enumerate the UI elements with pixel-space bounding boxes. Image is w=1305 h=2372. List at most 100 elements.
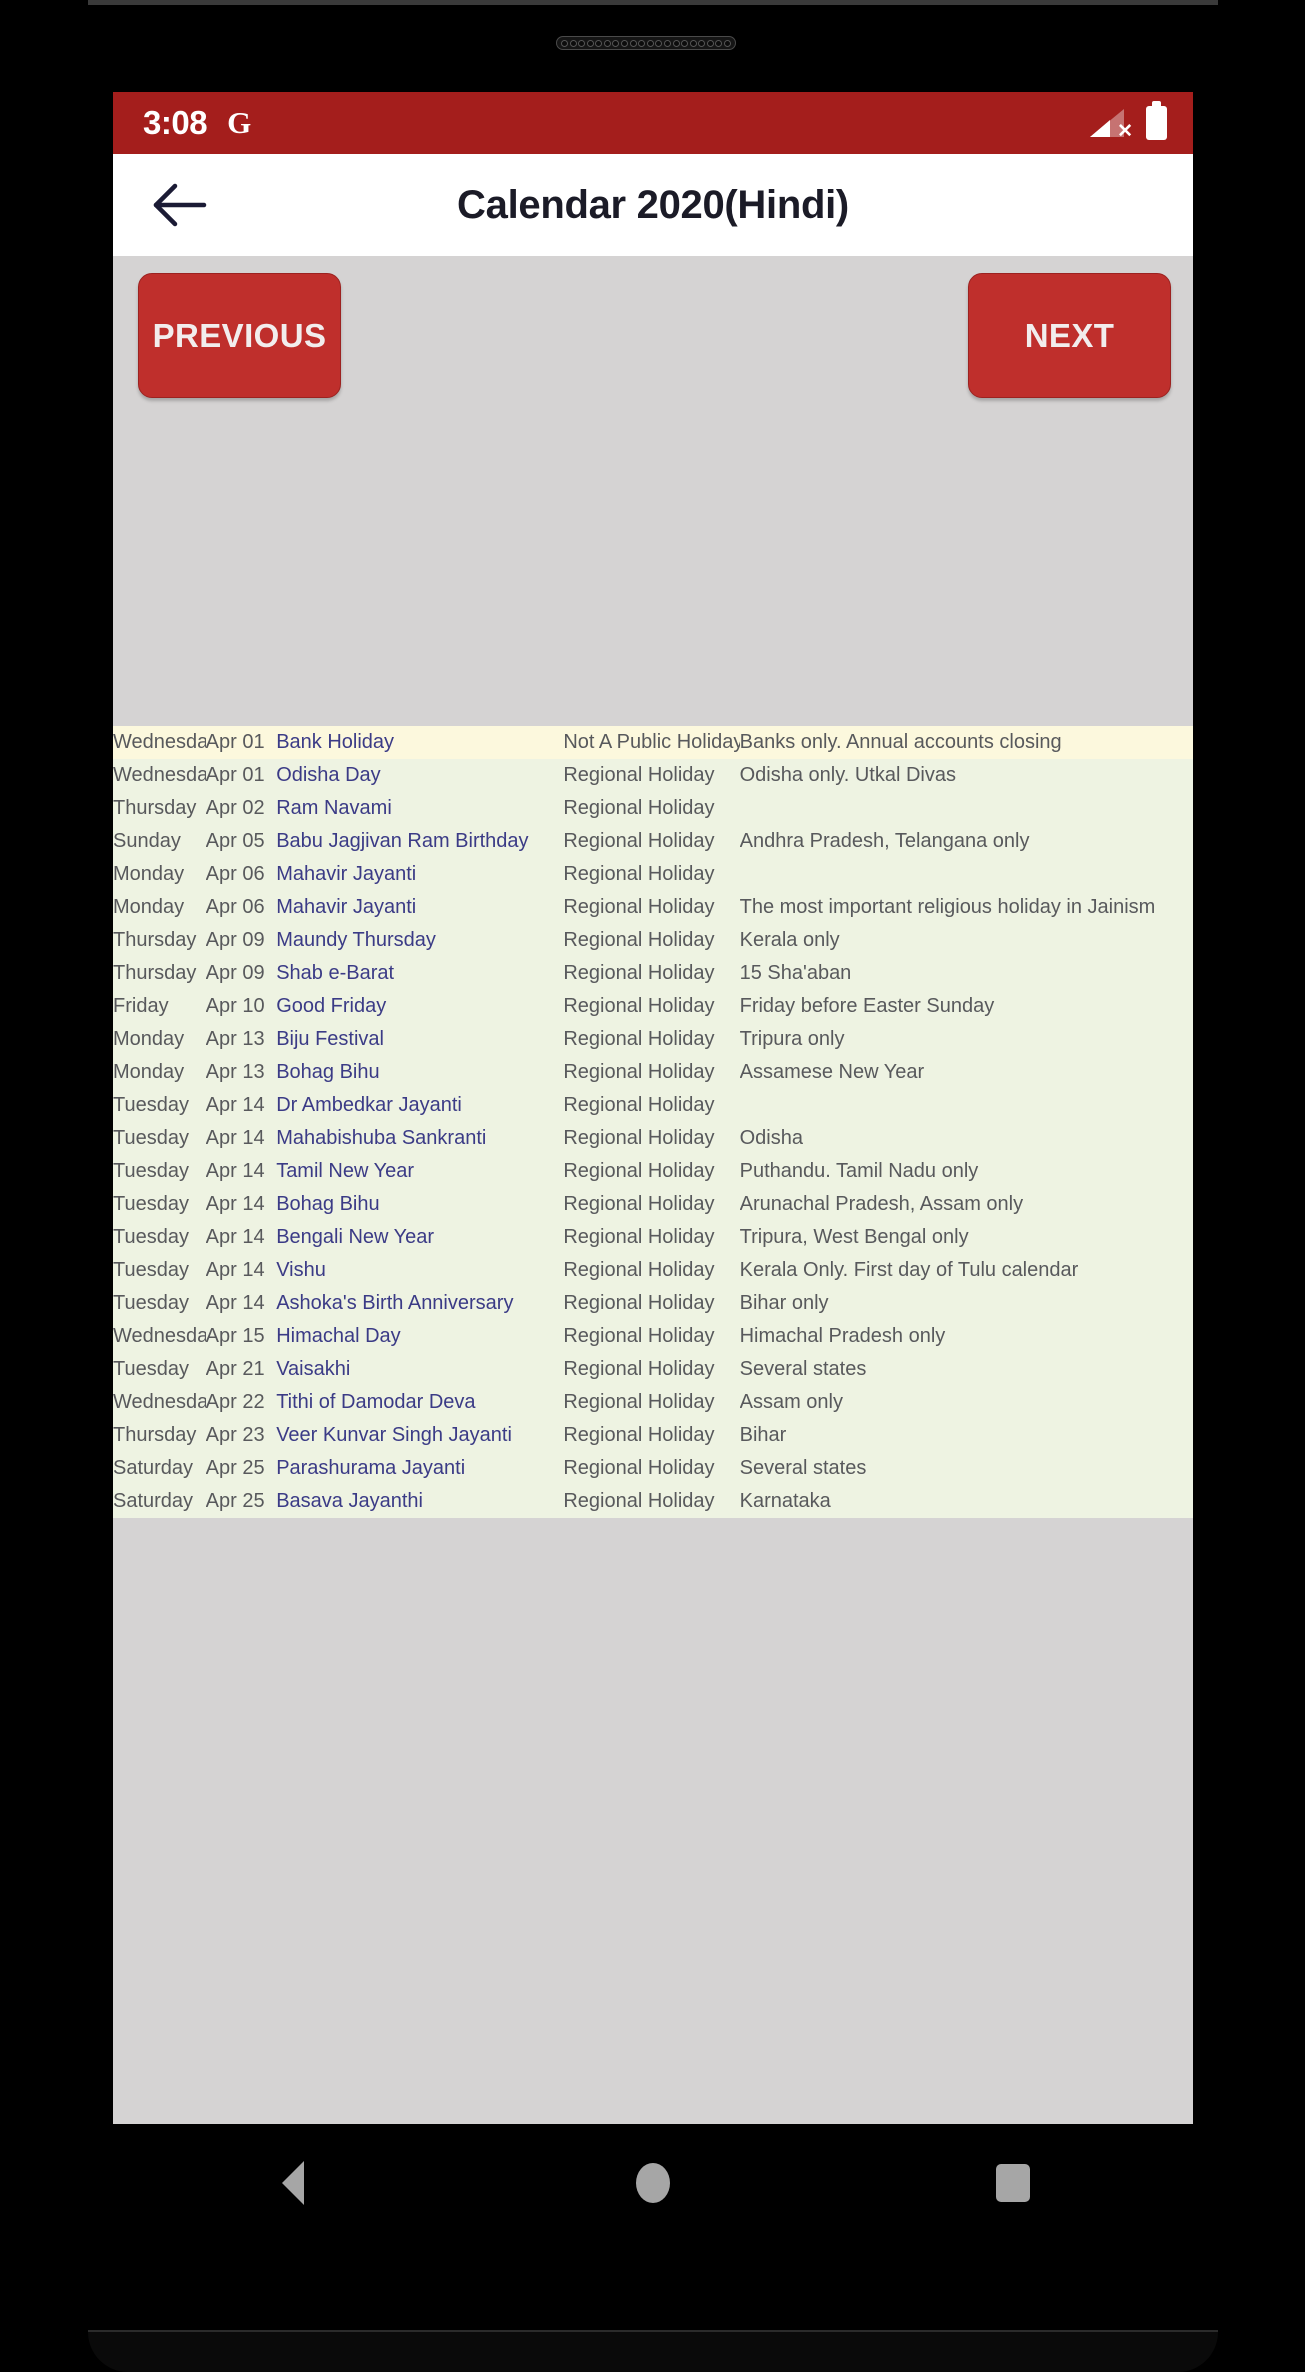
nav-home-icon[interactable] [583,2124,723,2242]
holiday-name-link[interactable]: Mahavir Jayanti [276,896,416,918]
holiday-name[interactable]: Biju Festival [276,1023,564,1056]
table-row[interactable]: Thursday Apr 09 Shab e-Barat Regional Holid… [113,957,1193,990]
holiday-weekday: Monday [113,1056,206,1089]
holiday-name[interactable]: Odisha Day [276,759,564,792]
holiday-name-link[interactable]: Maundy Thursday [276,929,436,951]
holiday-type: Regional Holiday [563,1155,740,1188]
previous-button[interactable]: PREVIOUS [138,273,341,398]
holiday-name[interactable]: Bohag Bihu [276,1056,564,1089]
holiday-name-link[interactable]: Good Friday [276,995,386,1017]
holiday-note: Tripura, West Bengal only [739,1221,1193,1254]
holiday-note: Several states [739,1353,1193,1386]
table-row[interactable]: Tuesday Apr 14 Vishu Regional Holiday Kerala… [113,1254,1193,1287]
table-row[interactable]: Thursday Apr 09 Maundy Thursday Regional Ho… [113,924,1193,957]
status-bar: 3:08 G ✕ [113,92,1193,154]
holiday-name-link[interactable]: Vaisakhi [276,1358,350,1380]
table-row[interactable]: Monday Apr 13 Bohag Bihu Regional Holiday As… [113,1056,1193,1089]
holiday-name[interactable]: Vishu [276,1254,564,1287]
holiday-name[interactable]: Babu Jagjivan Ram Birthday [276,825,564,858]
holiday-note: Himachal Pradesh only [739,1320,1193,1353]
holiday-name-link[interactable]: Mahavir Jayanti [276,863,416,885]
holiday-name-link[interactable]: Tamil New Year [276,1160,414,1182]
holiday-name[interactable]: Ram Navami [276,792,564,825]
holiday-type: Regional Holiday [563,891,740,924]
holiday-name[interactable]: Maundy Thursday [276,924,564,957]
holiday-name[interactable]: Shab e-Barat [276,957,564,990]
holiday-date: Apr 09 [205,957,277,990]
holiday-type: Regional Holiday [563,1320,740,1353]
table-row[interactable]: Monday Apr 06 Mahavir Jayanti Regional Holi… [113,891,1193,924]
holiday-type: Regional Holiday [563,1287,740,1320]
holiday-name[interactable]: Bank Holiday [276,726,564,759]
holiday-name-link[interactable]: Tithi of Damodar Deva [276,1391,475,1413]
holiday-name[interactable]: Bohag Bihu [276,1188,564,1221]
table-row[interactable]: WednesdayApr 01Odisha Day Regional Holida… [113,759,1193,792]
holiday-name-link[interactable]: Bohag Bihu [276,1193,379,1215]
holiday-weekday: Tuesday [113,1287,206,1320]
table-row[interactable]: WednesdayApr 15Himachal Day Regional Holi… [113,1320,1193,1353]
holiday-name[interactable]: Himachal Day [276,1320,564,1353]
holiday-name[interactable]: Basava Jayanthi [276,1485,564,1518]
holiday-name[interactable]: Vaisakhi [276,1353,564,1386]
holiday-name-link[interactable]: Vishu [276,1259,326,1281]
holiday-name[interactable]: Tamil New Year [276,1155,564,1188]
holiday-name-link[interactable]: Veer Kunvar Singh Jayanti [276,1424,512,1446]
holiday-name-link[interactable]: Babu Jagjivan Ram Birthday [276,830,528,852]
holiday-type: Not A Public Holiday [563,726,740,759]
holiday-name[interactable]: Dr Ambedkar Jayanti [276,1089,564,1122]
table-row[interactable]: Sunday Apr 05 Babu Jagjivan Ram Birthday Re… [113,825,1193,858]
holiday-name-link[interactable]: Bohag Bihu [276,1061,379,1083]
holiday-name[interactable]: Ashoka's Birth Anniversary [276,1287,564,1320]
holiday-name[interactable]: Bengali New Year [276,1221,564,1254]
holiday-name[interactable]: Mahavir Jayanti [276,858,564,891]
holiday-name[interactable]: Good Friday [276,990,564,1023]
holiday-name-link[interactable]: Mahabishuba Sankranti [276,1127,486,1149]
nav-back-icon[interactable] [223,2124,363,2242]
table-row[interactable]: Saturday Apr 25 Parashurama Jayanti Regiona… [113,1452,1193,1485]
holiday-weekday: Sunday [113,825,206,858]
holiday-name-link[interactable]: Bengali New Year [276,1226,434,1248]
table-row[interactable]: Thursday Apr 02 Ram Navami Regional Holiday [113,792,1193,825]
holiday-name-link[interactable]: Dr Ambedkar Jayanti [276,1094,462,1116]
table-row[interactable]: Monday Apr 06 Mahavir Jayanti Regional Holi… [113,858,1193,891]
holiday-name[interactable]: Tithi of Damodar Deva [276,1386,564,1419]
table-row[interactable]: Tuesday Apr 14 Bengali New Year Regional Ho… [113,1221,1193,1254]
holiday-note: Odisha [739,1122,1193,1155]
table-row[interactable]: Friday Apr 10 Good Friday Regional Holiday F… [113,990,1193,1023]
holiday-weekday: Tuesday [113,1353,206,1386]
table-row[interactable]: Saturday Apr 25 Basava Jayanthi Regional Ho… [113,1485,1193,1518]
holiday-name[interactable]: Parashurama Jayanti [276,1452,564,1485]
holiday-name-link[interactable]: Ashoka's Birth Anniversary [276,1292,513,1314]
holiday-type: Regional Holiday [563,1386,740,1419]
table-row[interactable]: WednesdayApr 22Tithi of Damodar Deva Regi… [113,1386,1193,1419]
table-row[interactable]: Tuesday Apr 14 Mahabishuba Sankranti Region… [113,1122,1193,1155]
table-row[interactable]: Tuesday Apr 14 Tamil New Year Regional Holi… [113,1155,1193,1188]
holiday-weekday: Tuesday [113,1188,206,1221]
nav-recents-icon[interactable] [943,2124,1083,2242]
table-row[interactable]: Tuesday Apr 14 Bohag Bihu Regional Holiday A… [113,1188,1193,1221]
holiday-name-link[interactable]: Bank Holiday [276,731,394,753]
table-row[interactable]: Tuesday Apr 14 Ashoka's Birth Anniversary R… [113,1287,1193,1320]
holiday-name-link[interactable]: Biju Festival [276,1028,384,1050]
table-row[interactable]: Monday Apr 13 Biju Festival Regional Holida… [113,1023,1193,1056]
holiday-name[interactable]: Mahavir Jayanti [276,891,564,924]
table-row[interactable]: Tuesday Apr 14 Dr Ambedkar Jayanti Regional… [113,1089,1193,1122]
holiday-name-link[interactable]: Ram Navami [276,797,392,819]
holiday-type: Regional Holiday [563,759,740,792]
holiday-date: Apr 23 [205,1419,277,1452]
holiday-note: Friday before Easter Sunday [739,990,1193,1023]
table-row[interactable]: WednesdayApr 01Bank Holiday Not A Public … [113,726,1193,759]
table-row[interactable]: Thursday Apr 23 Veer Kunvar Singh Jayanti R… [113,1419,1193,1452]
holiday-date: Apr 14 [205,1089,277,1122]
table-row[interactable]: Tuesday Apr 21 Vaisakhi Regional Holiday Sev… [113,1353,1193,1386]
holiday-name-link[interactable]: Basava Jayanthi [276,1490,423,1512]
next-button[interactable]: NEXT [968,273,1171,398]
holiday-name-link[interactable]: Parashurama Jayanti [276,1457,465,1479]
holiday-name-link[interactable]: Odisha Day [276,764,381,786]
holiday-name-link[interactable]: Himachal Day [276,1325,400,1347]
holiday-type: Regional Holiday [563,1254,740,1287]
holiday-name-link[interactable]: Shab e-Barat [276,962,394,984]
holiday-name[interactable]: Mahabishuba Sankranti [276,1122,564,1155]
holiday-name[interactable]: Veer Kunvar Singh Jayanti [276,1419,564,1452]
back-arrow-icon[interactable] [135,159,227,251]
